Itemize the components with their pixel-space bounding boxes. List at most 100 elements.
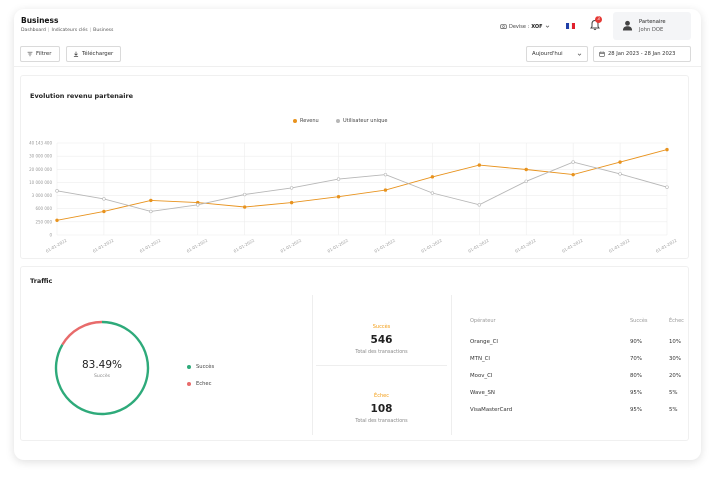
revenue-data-point — [383, 188, 388, 192]
operator-name: Orange_CI — [470, 339, 498, 345]
operator-name: Moov_CI — [470, 373, 493, 379]
operator-success: 80% — [630, 373, 642, 379]
y-tick-label: 10 000 000 — [29, 180, 52, 185]
y-tick-label: 20 000 000 — [29, 167, 52, 172]
x-tick-label: 01-01-2022 — [373, 237, 396, 253]
operator-table: Opérateur Succès Échec Orange_CI 90% 10%… — [470, 316, 684, 422]
x-tick-label: 01-01-2022 — [280, 237, 303, 253]
x-tick-label: 01-01-2022 — [467, 237, 490, 253]
download-button[interactable]: Télécharger — [66, 46, 121, 62]
breadcrumb-separator: | — [47, 28, 50, 33]
download-icon — [73, 51, 79, 57]
donut-legend-failure[interactable]: Echec — [187, 381, 211, 387]
period-select[interactable]: Aujourd'hui — [526, 46, 588, 62]
divider — [316, 365, 447, 366]
period-select-value: Aujourd'hui — [532, 51, 563, 57]
currency-label: Devise : — [509, 23, 530, 30]
revenue-data-point — [524, 167, 528, 172]
donut-percent: 83.49% — [81, 359, 123, 371]
y-tick-label: 600 000 — [35, 206, 52, 211]
success-stat-label: Succès — [372, 324, 391, 330]
users-data-point — [55, 189, 59, 193]
x-tick-label: 01-01-2022 — [561, 237, 584, 253]
x-tick-label: 01-01-2022 — [326, 237, 349, 253]
y-tick-label: 30 000 000 — [29, 154, 52, 159]
table-row: Wave_SN 95% 5% — [470, 388, 680, 405]
header-operateur: Opérateur — [470, 318, 496, 324]
y-tick-label: 3 000 000 — [32, 193, 53, 198]
users-data-point — [289, 186, 294, 190]
chevron-down-icon — [577, 53, 582, 56]
table-row: Moov_CI 80% 20% — [470, 371, 681, 388]
page-title: Business — [21, 16, 59, 25]
download-button-label: Télécharger — [82, 51, 114, 57]
x-tick-label: 01-01-2022 — [139, 237, 162, 253]
chevron-down-icon — [545, 25, 549, 28]
operator-failure: 10% — [669, 339, 681, 345]
operator-failure: 5% — [669, 390, 678, 396]
users-data-point — [477, 203, 482, 207]
user-icon — [622, 20, 633, 31]
operator-table-header: Opérateur Succès Échec — [470, 316, 684, 333]
filter-button[interactable]: Filtrer — [20, 46, 60, 62]
language-flag-icon[interactable] — [566, 23, 575, 29]
y-tick-label: 0 — [49, 233, 52, 238]
revenue-data-point — [149, 198, 153, 203]
failure-stat-label: Échec — [374, 393, 389, 399]
breadcrumb-item-business: Business — [93, 28, 114, 33]
date-range-value: 28 Jan 2023 - 28 Jan 2023 — [608, 51, 676, 57]
revenue-data-point — [289, 200, 294, 205]
operator-failure: 20% — [669, 373, 681, 379]
x-tick-label: 01-01-2022 — [655, 237, 678, 253]
legend-dot — [187, 382, 191, 386]
operator-name: MTN_CI — [470, 356, 491, 362]
operator-failure: 30% — [669, 356, 681, 362]
divider — [451, 295, 452, 435]
users-data-point — [383, 172, 388, 177]
operator-success: 95% — [630, 390, 642, 396]
date-range-picker[interactable]: 28 Jan 2023 - 28 Jan 2023 — [593, 46, 691, 62]
users-data-point — [571, 160, 575, 164]
x-tick-label: 01-01-2022 — [514, 237, 537, 253]
users-data-point — [618, 172, 622, 176]
revenue-data-point — [102, 209, 106, 214]
x-tick-label: 01-01-2022 — [186, 237, 209, 253]
revenue-data-point — [665, 147, 669, 152]
users-data-point — [524, 179, 528, 183]
x-tick-label: 01-01-2022 — [92, 237, 115, 253]
filter-button-label: Filtrer — [36, 51, 52, 57]
success-stat-value: 546 — [370, 334, 393, 346]
donut-legend-failure-label: Echec — [196, 381, 212, 387]
revenue-evolution-card: Evolution revenu partenaire Revenu Utili… — [20, 75, 689, 259]
revenue-data-point — [430, 175, 435, 179]
revenue-data-point — [242, 205, 247, 209]
users-data-point — [336, 177, 341, 181]
x-tick-label: 01-01-2022 — [233, 237, 256, 253]
operator-success: 70% — [630, 356, 642, 362]
breadcrumb-separator: | — [89, 28, 92, 33]
x-tick-label: 01-01-2022 — [420, 237, 443, 253]
revenue-series-line — [56, 149, 668, 221]
revenue-data-point — [618, 160, 622, 164]
operator-name: Wave_SN — [470, 390, 495, 396]
revenue-line-chart: 40 143 400 30 000 000 20 000 000 10 000 000… — [29, 141, 678, 254]
y-tick-label: 40 143 400 — [29, 141, 52, 146]
donut-legend-success[interactable]: Succès — [187, 364, 214, 370]
users-data-point — [149, 209, 153, 214]
breadcrumb-item-dashboard[interactable]: Dashboard — [21, 28, 46, 33]
traffic-title: Traffic — [30, 277, 53, 285]
breadcrumb-item-indicateurs[interactable]: Indicateurs clés — [52, 28, 88, 33]
table-row: VisaMasterCard 95% 5% — [470, 405, 680, 422]
currency-selector[interactable]: Devise : XOF — [500, 23, 550, 30]
failure-stat-sub: Total des transactions — [355, 419, 408, 424]
legend-dot — [187, 365, 191, 369]
donut-slice-failure — [61, 320, 103, 346]
notification-badge: 3 — [595, 16, 602, 23]
x-tick-label: 01-01-2022 — [608, 237, 631, 253]
operator-success: 95% — [630, 407, 642, 413]
currency-icon — [500, 24, 507, 29]
calendar-icon — [599, 51, 605, 57]
user-menu[interactable]: Partenaire John DOE — [613, 12, 691, 40]
failure-stat: Échec 108 Total des transactions — [312, 393, 451, 424]
users-data-point — [242, 192, 247, 197]
